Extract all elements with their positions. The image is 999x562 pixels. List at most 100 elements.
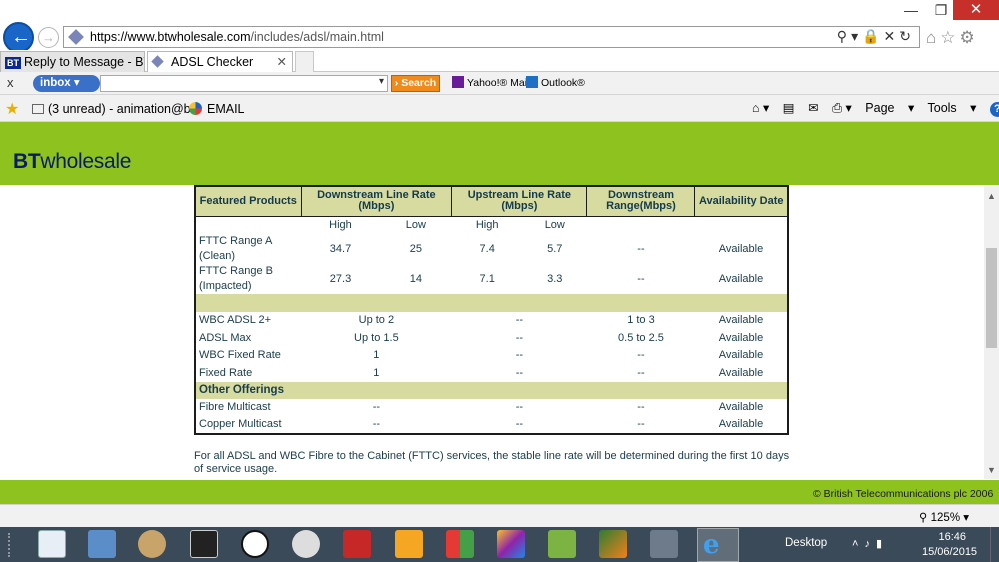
- close-tab-icon[interactable]: ✕: [277, 52, 287, 72]
- page-menu[interactable]: Page ▾: [865, 101, 914, 115]
- table-row: Copper Multicast -- -- -- Available: [195, 416, 788, 434]
- outlook-link[interactable]: Outlook®: [526, 76, 585, 89]
- favorites-star-icon[interactable]: ☆: [940, 28, 959, 47]
- downstream-rate: Up to 1.5: [354, 331, 399, 344]
- favorite-label: EMAIL: [207, 102, 245, 116]
- command-bar: ⌂ ▾ ▤ ✉ ⎙ ▾ Page ▾ Tools ▾ ? ▾: [752, 100, 999, 117]
- email-logo-icon: [189, 102, 202, 115]
- close-icon[interactable]: ✕: [884, 28, 900, 44]
- subheader-blank: [586, 216, 695, 234]
- desktop-toolbar[interactable]: Desktop: [785, 537, 827, 549]
- tab-label: Reply to Message - BT...: [24, 55, 144, 69]
- close-toolbar-icon[interactable]: x: [7, 75, 14, 90]
- scroll-up-icon[interactable]: ▲: [987, 191, 996, 201]
- vertical-scrollbar[interactable]: ▲ ▼: [984, 185, 999, 479]
- tools-menu[interactable]: Tools ▾: [928, 101, 977, 115]
- inbox-label: inbox: [40, 77, 71, 89]
- lock-icon[interactable]: 🔒: [862, 28, 883, 44]
- address-bar[interactable]: https://www.btwholesale.com/includes/ads…: [63, 26, 920, 48]
- favorite-unread-mail[interactable]: (3 unread) - animation@b...: [32, 102, 201, 116]
- print-icon[interactable]: ⎙ ▾: [832, 101, 852, 115]
- mail-icon[interactable]: ✉: [808, 101, 818, 115]
- yahoo-search-button[interactable]: › Search: [391, 75, 440, 92]
- tool-app-icon[interactable]: [650, 530, 678, 558]
- mail-icon: [32, 104, 44, 114]
- volume-icon[interactable]: ♪: [864, 538, 876, 550]
- subheader-high: High: [451, 216, 523, 234]
- search-button-label: Search: [401, 77, 437, 89]
- clock-app-icon[interactable]: [241, 530, 269, 558]
- home-icon[interactable]: ⌂ ▾: [752, 101, 769, 115]
- product-name: FTTC Range A (Clean): [195, 234, 301, 264]
- control-panel-app-icon[interactable]: [88, 530, 116, 558]
- image-app-icon[interactable]: [599, 530, 627, 558]
- section-divider: [195, 294, 788, 312]
- new-tab-button[interactable]: [295, 51, 314, 72]
- favorite-email[interactable]: EMAIL: [189, 102, 245, 116]
- restore-button[interactable]: ❐: [926, 2, 956, 20]
- feeds-icon[interactable]: ▤: [783, 101, 795, 115]
- downstream-low: 25: [409, 242, 422, 255]
- header-downstream-range: Downstream Range(Mbps): [586, 185, 696, 217]
- back-button[interactable]: ←: [3, 22, 34, 53]
- status-bar: [0, 504, 999, 527]
- splat-app-icon[interactable]: [343, 530, 371, 558]
- network-icon[interactable]: ▮: [876, 538, 888, 550]
- show-desktop-button[interactable]: [990, 527, 999, 562]
- tools-menu-label: Tools: [927, 101, 957, 115]
- system-tray[interactable]: ˄♪▮: [852, 537, 888, 550]
- tab-adsl-checker[interactable]: ADSL Checker ✕: [147, 51, 293, 72]
- upstream-low: 3.3: [547, 272, 563, 285]
- favorites-star-icon[interactable]: ★: [5, 99, 19, 119]
- chevron-up-icon[interactable]: ˄: [852, 538, 864, 550]
- downstream-range: 0.5 to 2.5: [618, 331, 664, 344]
- adsl-favicon-icon: [151, 55, 164, 68]
- notepad-app-icon[interactable]: [38, 530, 66, 558]
- yahoo-inbox-button[interactable]: inbox ▾: [33, 75, 100, 92]
- table-row: FTTC Range B (Impacted) 27.3 14 7.1 3.3 …: [195, 264, 788, 294]
- availability: Available: [718, 314, 764, 327]
- downstream-rate: 1: [373, 366, 380, 379]
- yahoo-search-input[interactable]: ▾: [100, 75, 388, 92]
- product-name: Fibre Multicast: [195, 399, 301, 417]
- product-name: ADSL Max: [195, 329, 301, 347]
- refresh-icon[interactable]: ↻: [899, 28, 915, 44]
- palette-app-icon[interactable]: [497, 530, 525, 558]
- flowchart-app-icon[interactable]: [548, 530, 576, 558]
- bt-wholesale-logo[interactable]: BTwholesale: [13, 150, 131, 174]
- scrollbar-top-band: [984, 122, 999, 185]
- address-tools[interactable]: ⚲▾🔒✕↻: [837, 28, 915, 45]
- panda-app-icon[interactable]: [292, 530, 320, 558]
- taskbar-clock[interactable]: 16:46 15/06/2015: [922, 530, 978, 560]
- help-menu[interactable]: ? ▾: [989, 101, 999, 117]
- scroll-down-icon[interactable]: ▼: [987, 465, 996, 475]
- upstream-rate: --: [515, 314, 524, 327]
- url-domain: https://www.btwholesale.com: [90, 30, 251, 44]
- outlook-label: Outlook®: [541, 77, 585, 89]
- upstream-rate: --: [515, 349, 524, 362]
- upstream-rate: --: [515, 331, 524, 344]
- yahoo-mail-link[interactable]: Yahoo!® Mail: [452, 76, 529, 89]
- star-app-icon[interactable]: [190, 530, 218, 558]
- forward-button[interactable]: →: [38, 27, 59, 48]
- tab-reply-to-message[interactable]: BTReply to Message - BT...: [0, 51, 145, 72]
- paint-app-icon[interactable]: [138, 530, 166, 558]
- gear-icon[interactable]: ⚙: [960, 28, 979, 47]
- color-grid-app-icon[interactable]: [446, 530, 474, 558]
- search-icon[interactable]: ⚲: [837, 28, 851, 44]
- zoom-control[interactable]: ⚲ 125% ▾: [919, 510, 969, 524]
- minimize-button[interactable]: —: [896, 2, 926, 20]
- other-offerings-heading: Other Offerings: [195, 382, 788, 399]
- fireworks-app-icon[interactable]: [395, 530, 423, 558]
- upstream-low: 5.7: [547, 242, 563, 255]
- upstream-rate: --: [515, 401, 524, 414]
- url-text[interactable]: https://www.btwholesale.com/includes/ads…: [90, 30, 384, 44]
- clock-date: 15/06/2015: [922, 546, 978, 558]
- scrollbar-thumb[interactable]: [986, 248, 997, 348]
- browser-right-icons[interactable]: ⌂☆⚙: [926, 28, 979, 48]
- taskbar-grip: [8, 533, 14, 557]
- close-window-button[interactable]: ✕: [953, 0, 999, 20]
- downstream-low: 14: [409, 272, 422, 285]
- chevron-down-icon[interactable]: ▾: [379, 76, 384, 87]
- home-icon[interactable]: ⌂: [926, 28, 940, 47]
